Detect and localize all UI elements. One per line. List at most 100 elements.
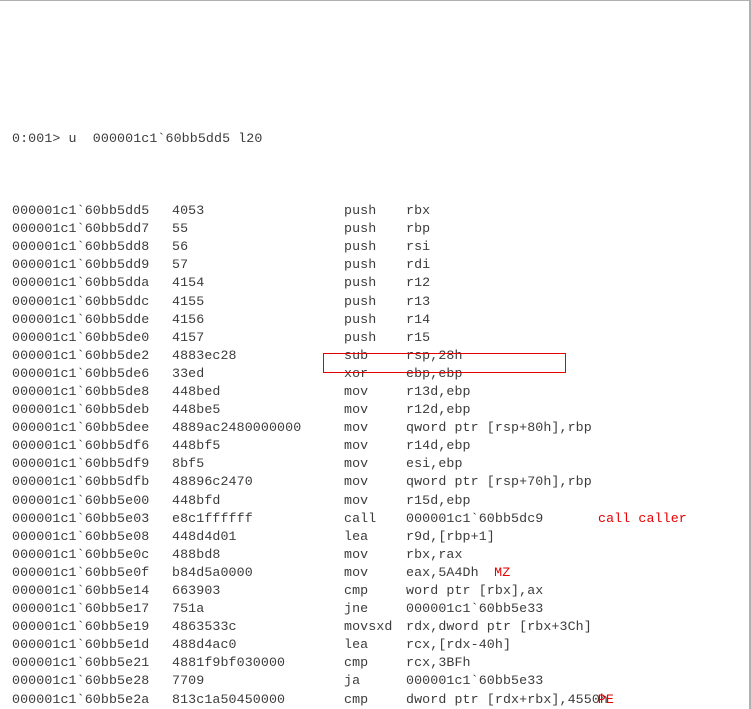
operands: rcx,[rdx-40h] <box>406 636 511 654</box>
address: 000001c1`60bb5e2a <box>12 691 149 709</box>
bytes: 488bd8 <box>172 546 220 564</box>
disasm-row: 000001c1`60bb5e19 4863533c movsxd rdx,dword… <box>12 618 749 636</box>
bytes: e8c1ffffff <box>172 510 253 528</box>
operands: rdx,dword ptr [rbx+3Ch] <box>406 618 592 636</box>
disasm-row: 000001c1`60bb5de04157pushr15 <box>12 329 749 347</box>
operands: ebp,ebp <box>406 365 463 383</box>
address: 000001c1`60bb5dd7 <box>12 220 149 238</box>
disasm-row: 000001c1`60bb5df98bf5movesi,ebp <box>12 455 749 473</box>
address: 000001c1`60bb5de0 <box>12 329 149 347</box>
mnemonic: call <box>344 510 376 528</box>
bytes: 448bfd <box>172 492 220 510</box>
disasm-row: 000001c1`60bb5de633edxorebp,ebp <box>12 365 749 383</box>
mnemonic: mov <box>344 564 368 582</box>
mnemonic: push <box>344 293 376 311</box>
mnemonic: cmp <box>344 582 368 600</box>
mnemonic: mov <box>344 419 368 437</box>
operands: r12 <box>406 274 430 292</box>
disasm-row: 000001c1`60bb5dda4154pushr12 <box>12 274 749 292</box>
bytes: 751a <box>172 600 204 618</box>
address: 000001c1`60bb5df6 <box>12 437 149 455</box>
address: 000001c1`60bb5e19 <box>12 618 149 636</box>
mnemonic: movsxd <box>344 618 392 636</box>
bytes: 56 <box>172 238 188 256</box>
mnemonic: sub <box>344 347 368 365</box>
operands: r13 <box>406 293 430 311</box>
mnemonic: ja <box>344 672 360 690</box>
operands: r9d,[rbp+1] <box>406 528 495 546</box>
address: 000001c1`60bb5dde <box>12 311 149 329</box>
disasm-row: 000001c1`60bb5dd856pushrsi <box>12 238 749 256</box>
mnemonic: push <box>344 202 376 220</box>
mnemonic: push <box>344 311 376 329</box>
mnemonic: push <box>344 256 376 274</box>
disasm-row: 000001c1`60bb5e17751ajne000001c1`60bb5e3… <box>12 600 749 618</box>
operands: r15d,ebp <box>406 492 471 510</box>
address: 000001c1`60bb5dd9 <box>12 256 149 274</box>
disasm-row: 000001c1`60bb5e08448d4d01lear9d,[rbp+1] <box>12 528 749 546</box>
mnemonic: lea <box>344 636 368 654</box>
mnemonic: mov <box>344 437 368 455</box>
address: 000001c1`60bb5de6 <box>12 365 149 383</box>
operands: rsp,28h <box>406 347 463 365</box>
bytes: 448bed <box>172 383 220 401</box>
bytes: 4053 <box>172 202 204 220</box>
bytes: 4889ac2480000000 <box>172 419 301 437</box>
operands: rbp <box>406 220 430 238</box>
disasm-row: 000001c1`60bb5de8448bedmovr13d,ebp <box>12 383 749 401</box>
operands: r14d,ebp <box>406 437 471 455</box>
address: 000001c1`60bb5ddc <box>12 293 149 311</box>
address: 000001c1`60bb5dee <box>12 419 149 437</box>
annotation: PE <box>598 691 614 709</box>
bytes: 4863533c <box>172 618 237 636</box>
disasm-row: 000001c1`60bb5e287709ja000001c1`60bb5e33 <box>12 672 749 690</box>
operands: esi,ebp <box>406 455 463 473</box>
bytes: 448be5 <box>172 401 220 419</box>
operands: dword ptr [rdx+rbx],4550h <box>406 691 608 709</box>
bytes: 448bf5 <box>172 437 220 455</box>
mnemonic: mov <box>344 492 368 510</box>
command-prompt[interactable]: 0:001> u 000001c1`60bb5dd5 l20 <box>12 130 749 148</box>
mnemonic: push <box>344 238 376 256</box>
address: 000001c1`60bb5df9 <box>12 455 149 473</box>
mnemonic: mov <box>344 383 368 401</box>
disasm-row: 000001c1`60bb5dd755pushrbp <box>12 220 749 238</box>
address: 000001c1`60bb5e03 <box>12 510 149 528</box>
mnemonic: cmp <box>344 691 368 709</box>
operands: rsi <box>406 238 430 256</box>
disasm-row: 000001c1`60bb5e0fb84d5a0000moveax,5A4DhM… <box>12 564 749 582</box>
prompt-text: 0:001> u 000001c1`60bb5dd5 l20 <box>12 131 262 146</box>
operands: word ptr [rbx],ax <box>406 582 543 600</box>
operands: r15 <box>406 329 430 347</box>
bytes: 55 <box>172 220 188 238</box>
bytes: 8bf5 <box>172 455 204 473</box>
operands: 000001c1`60bb5e33 <box>406 600 543 618</box>
mnemonic: mov <box>344 546 368 564</box>
address: 000001c1`60bb5dd5 <box>12 202 149 220</box>
disasm-row: 000001c1`60bb5dfb48896c2470movqword ptr … <box>12 473 749 491</box>
bytes: 4154 <box>172 274 204 292</box>
address: 000001c1`60bb5e08 <box>12 528 149 546</box>
bytes: 33ed <box>172 365 204 383</box>
bytes: 7709 <box>172 672 204 690</box>
bytes: b84d5a0000 <box>172 564 253 582</box>
address: 000001c1`60bb5dfb <box>12 473 149 491</box>
disasm-row: 000001c1`60bb5dd54053pushrbx <box>12 202 749 220</box>
partial-row: movqword ptr [rsp+70h],rbp <box>12 69 749 75</box>
address: 000001c1`60bb5e0c <box>12 546 149 564</box>
disasm-row: 000001c1`60bb5e1d488d4ac0learcx,[rdx-40h… <box>12 636 749 654</box>
mnemonic: jne <box>344 600 368 618</box>
bytes: 488d4ac0 <box>172 636 237 654</box>
bytes: 4156 <box>172 311 204 329</box>
disasm-row: 000001c1`60bb5e00448bfdmovr15d,ebp <box>12 492 749 510</box>
mnemonic: lea <box>344 528 368 546</box>
disasm-row: 000001c1`60bb5ddc4155pushr13 <box>12 293 749 311</box>
bytes: 57 <box>172 256 188 274</box>
disasm-row: 000001c1`60bb5dd957pushrdi <box>12 256 749 274</box>
mnemonic: mov <box>344 473 368 491</box>
bytes: 813c1a50450000 <box>172 691 285 709</box>
address: 000001c1`60bb5de2 <box>12 347 149 365</box>
disasm-row: 000001c1`60bb5deb448be5movr12d,ebp <box>12 401 749 419</box>
annotation: call caller <box>598 510 687 528</box>
address: 000001c1`60bb5deb <box>12 401 149 419</box>
